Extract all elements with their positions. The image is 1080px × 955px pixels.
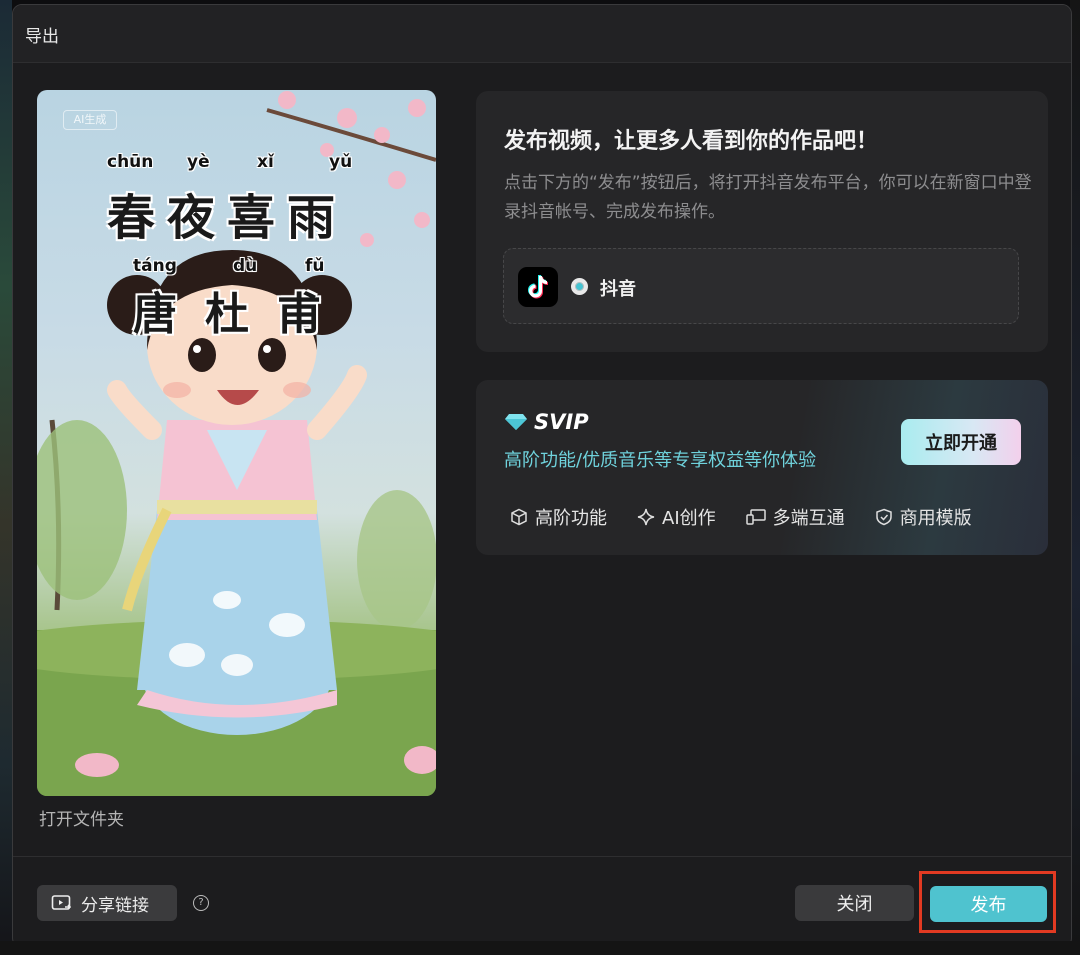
tiktok-icon [518, 267, 558, 307]
feature-label: 多端互通 [772, 508, 845, 529]
svip-subtitle: 高阶功能/优质音乐等专享权益等你体验 [504, 450, 817, 471]
video-preview: AI生成 chūn yè xǐ yǔ 春夜喜雨 táng dù fǔ 唐杜甫 [37, 90, 436, 796]
background-timeline-strip [0, 941, 1080, 955]
platform-label: 抖音 [600, 279, 636, 300]
share-link-label: 分享链接 [81, 895, 149, 916]
feature-label: AI创作 [662, 508, 716, 529]
open-folder-link[interactable]: 打开文件夹 [39, 805, 124, 830]
feature-commercial: 商用模版 [875, 504, 972, 530]
feature-label: 商用模版 [899, 508, 972, 529]
svip-header: SVIP [504, 410, 589, 434]
poem-title-text: 春夜喜雨 [107, 190, 348, 246]
dialog-titlebar: 导出 [13, 5, 1071, 63]
svip-title: SVIP [534, 410, 589, 434]
feature-multi-device: 多端互通 [745, 504, 845, 530]
pinyin-ye: yè [187, 152, 210, 172]
feature-advanced: 高阶功能 [510, 504, 607, 530]
cube-icon [511, 508, 527, 526]
publish-heading: 发布视频，让更多人看到你的作品吧！ [504, 129, 879, 154]
pinyin-du: dù [233, 256, 258, 276]
diamond-icon [505, 414, 527, 430]
share-link-button[interactable]: 分享链接 [37, 885, 177, 921]
help-icon[interactable]: ? [193, 895, 209, 911]
pinyin-chun: chūn [107, 152, 154, 172]
platform-option-douyin[interactable]: 抖音 [503, 248, 1019, 324]
dialog-title: 导出 [25, 27, 59, 47]
close-button[interactable]: 关闭 [795, 885, 914, 921]
background-app-left-edge [0, 0, 12, 955]
ai-generated-watermark: AI生成 [63, 110, 117, 130]
export-dialog: 导出 AI生成 chūn yè xǐ yǔ 春夜喜雨 táng dù fǔ 唐杜… [12, 4, 1072, 948]
publish-highlight-box: 发布 [919, 871, 1056, 933]
open-svip-button[interactable]: 立即开通 [901, 419, 1021, 465]
poem-author-text: 唐杜甫 [133, 289, 349, 340]
feature-label: 高阶功能 [535, 508, 607, 529]
pinyin-yu: yǔ [329, 152, 353, 172]
feature-ai: AI创作 [637, 504, 716, 530]
devices-icon [745, 509, 766, 525]
pinyin-fu: fǔ [305, 256, 325, 276]
platform-radio-selected[interactable] [571, 278, 588, 295]
svip-card: SVIP 高阶功能/优质音乐等专享权益等你体验 立即开通 高阶功能 AI创作 多… [476, 380, 1048, 555]
pinyin-xi: xǐ [257, 152, 274, 172]
share-video-icon [51, 895, 72, 910]
publish-card: 发布视频，让更多人看到你的作品吧！ 点击下方的“发布”按钮后，将打开抖音发布平台… [476, 91, 1048, 352]
sparkle-icon [637, 508, 655, 526]
shield-check-icon [875, 508, 892, 526]
publish-description: 点击下方的“发布”按钮后，将打开抖音发布平台，你可以在新窗口中登录抖音帐号、完成… [504, 173, 1032, 222]
pinyin-tang: táng [133, 256, 177, 276]
dialog-footer: 分享链接 ? 关闭 发布 [13, 856, 1071, 947]
publish-button[interactable]: 发布 [930, 886, 1047, 922]
svip-features: 高阶功能 AI创作 多端互通 商用模版 [510, 504, 972, 530]
